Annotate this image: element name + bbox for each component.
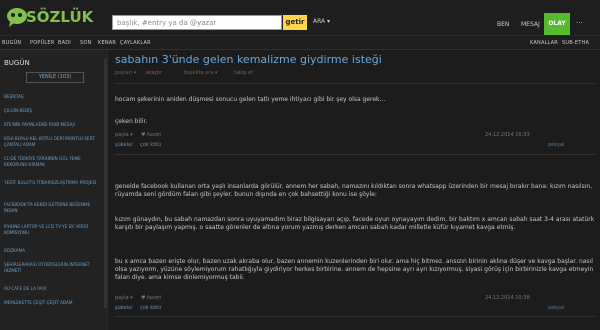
nav-badi[interactable]: BADI	[58, 40, 71, 46]
logo[interactable]: SÖZLÜK	[4, 4, 93, 32]
upvote-button[interactable]: şükela!	[115, 142, 133, 148]
sub-navigation: BUGÜN POPÜLER BADI SON KENAR ÇAYLAKLAR K…	[0, 36, 600, 50]
nav-sub-etha[interactable]: SUB-ETHA	[562, 40, 589, 46]
entry-date[interactable]: 24.12.2014 10:38	[485, 295, 530, 301]
sidebar-item[interactable]: AU CAFE DE LA PAIX	[4, 286, 102, 292]
favorite-button[interactable]: ♥ favori	[141, 132, 161, 138]
divider	[115, 154, 595, 155]
topic-title[interactable]: sabahın 3'ünde gelen kemalizme giydirme …	[115, 53, 382, 66]
messages-link[interactable]: MESAJ	[521, 21, 540, 28]
nav-kanallar[interactable]: KANALLAR	[530, 40, 558, 46]
top-bar: SÖZLÜK başlık, #entry ya da @yazar getir…	[0, 0, 600, 36]
entry-paragraph: genelde facebook kullanan orta yaşlı ins…	[115, 183, 593, 198]
nav-populer[interactable]: POPÜLER	[30, 40, 54, 46]
sidebar-item[interactable]: BOZKAMA	[4, 248, 102, 254]
main-content: sabahın 3'ünde gelen kemalizme giydirme …	[108, 50, 600, 330]
share-dropdown[interactable]: payları ▾	[115, 70, 136, 76]
entry-paragraph: bu x amca bazen erişte olur, bazen uzak …	[115, 258, 594, 281]
entry-author[interactable]: pekyal	[548, 142, 564, 148]
sidebar-item[interactable]: BEŞİKTAŞ	[4, 94, 102, 100]
sidebar-item[interactable]: İPHONE LAPTOP VE LCD TV'YE EK VERGİ KOMİ…	[4, 224, 102, 236]
sidebar-title: BUGÜN	[4, 59, 30, 67]
upvote-button[interactable]: şükela!	[115, 305, 133, 311]
entry-author[interactable]: pekyal	[548, 305, 564, 311]
refresh-count: (103)	[57, 74, 72, 80]
nav-son[interactable]: SON	[80, 40, 91, 46]
nav-bugun[interactable]: BUGÜN	[2, 40, 21, 46]
refresh-button[interactable]: YENİLE (103)	[26, 72, 84, 83]
sidebar-item[interactable]: CL'DE TÜRKİYE TARİHİNİN GOL YEME REKORUN…	[4, 156, 102, 168]
nav-kenar[interactable]: KENAR	[98, 40, 116, 46]
nav-caylaklar[interactable]: ÇAYLAKLAR	[120, 40, 151, 46]
entry-paragraph: çeken bilir.	[115, 118, 148, 125]
entry-paragraph: hocam şekerinin aniden düşmesi sonucu ge…	[115, 96, 386, 103]
entry-share-dropdown[interactable]: payla ▾	[115, 295, 133, 301]
sidebar-item[interactable]: FACEBOOK'TA KENDİ İLETİSİNE BEĞENME İNDA…	[4, 202, 102, 214]
advanced-search-dropdown[interactable]: ARA ▾	[313, 18, 330, 25]
divider	[115, 316, 595, 317]
sidebar-item[interactable]: KTE'NİN YAYINLADIĞI ROBİ MESAJI	[4, 122, 102, 128]
follow-link[interactable]: takip et	[234, 70, 253, 76]
refresh-label: YENİLE	[38, 74, 57, 80]
more-menu-button[interactable]: ...	[576, 17, 583, 25]
favorite-button[interactable]: ♥ favori	[141, 295, 161, 301]
sidebar: BUGÜN YENİLE (103) BEŞİKTAŞ ÇILGIN BEDİŞ…	[0, 50, 108, 330]
sidebar-item[interactable]: ÇILGIN BEDİŞ	[4, 108, 102, 114]
search-topic-link[interactable]: araştır	[146, 70, 162, 76]
profile-link[interactable]: BEN	[497, 21, 509, 28]
entry-paragraph: kızım günaydın, bu sabah namazdan sonra …	[115, 216, 595, 231]
sidebar-item[interactable]: YEĞİT BULUT'U İTİBARSIZLAŞTIRMA PROJESİ	[4, 180, 102, 186]
sidebar-item[interactable]: MEMLEKETTE ÇEŞİT ÇEŞİT ADAM	[4, 300, 102, 306]
search-in-topic-dropdown[interactable]: başlıkta ara ▾	[184, 70, 217, 76]
logo-text: SÖZLÜK	[26, 8, 94, 26]
downvote-button[interactable]: çok kötü	[140, 142, 161, 148]
sidebar-scrollbar[interactable]	[104, 58, 107, 308]
entry-share-dropdown[interactable]: payla ▾	[115, 132, 133, 138]
downvote-button[interactable]: çok kötü	[140, 305, 161, 311]
divider	[115, 83, 595, 84]
events-button[interactable]: OLAY	[544, 13, 570, 35]
logo-bubble-icon	[7, 8, 27, 27]
sidebar-item[interactable]: KISA BOYLU KEL KOTLU DERİ MONTLU SERT ÇA…	[4, 136, 102, 148]
entry-date[interactable]: 24.12.2014 16:33	[485, 132, 530, 138]
search-input[interactable]: başlık, #entry ya da @yazar	[112, 15, 282, 30]
search-button[interactable]: getir	[283, 15, 307, 30]
sidebar-item[interactable]: ŞEHİRLERARASI OTOBÜSLERİN İNTERNET HİZME…	[4, 262, 102, 274]
